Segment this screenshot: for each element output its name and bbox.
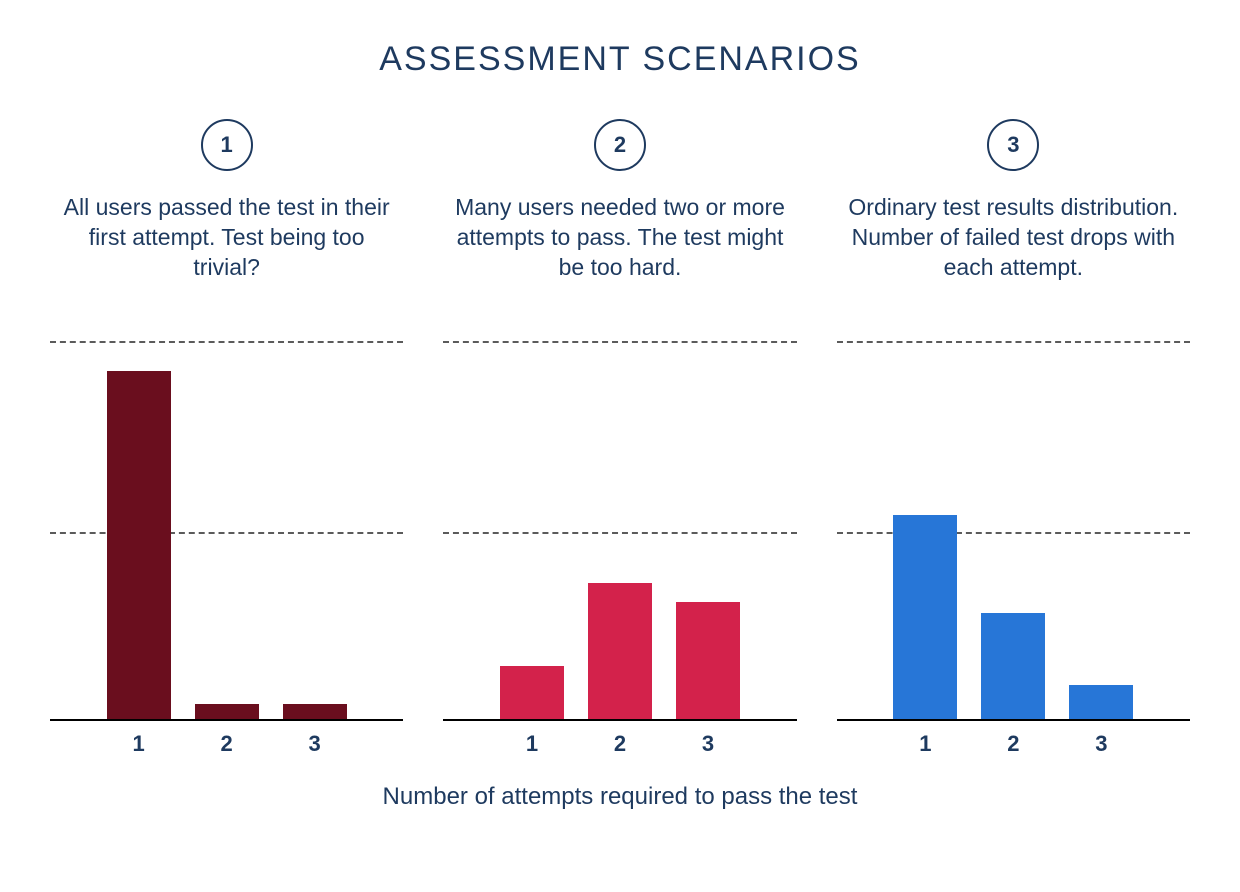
page-title: ASSESSMENT SCENARIOS — [30, 40, 1210, 79]
scenario-description-1: All users passed the test in their first… — [50, 193, 403, 313]
bar — [588, 583, 652, 719]
scenario-panel-1: 1 All users passed the test in their fir… — [50, 119, 403, 757]
plot-area — [443, 341, 796, 721]
scenario-badge-1: 1 — [201, 119, 253, 171]
bar — [195, 704, 259, 719]
panels-row: 1 All users passed the test in their fir… — [30, 119, 1210, 757]
x-axis-line — [50, 719, 403, 721]
plot-area — [837, 341, 1190, 721]
bar — [981, 613, 1045, 719]
x-tick-label: 1 — [107, 731, 171, 757]
scenario-panel-3: 3 Ordinary test results distribution. Nu… — [837, 119, 1190, 757]
bar-chart-2: 1 2 3 — [443, 341, 796, 757]
bars-group — [50, 341, 403, 719]
x-tick-label: 1 — [500, 731, 564, 757]
bars-group — [443, 341, 796, 719]
plot-area — [50, 341, 403, 721]
x-tick-label: 2 — [588, 731, 652, 757]
x-tick-label: 2 — [195, 731, 259, 757]
x-axis-line — [837, 719, 1190, 721]
bar-chart-1: 1 2 3 — [50, 341, 403, 757]
scenario-description-3: Ordinary test results distribution. Numb… — [837, 193, 1190, 313]
bar — [1069, 685, 1133, 719]
x-axis-line — [443, 719, 796, 721]
bars-group — [837, 341, 1190, 719]
x-tick-labels: 1 2 3 — [837, 731, 1190, 757]
bar — [500, 666, 564, 719]
x-tick-labels: 1 2 3 — [50, 731, 403, 757]
x-tick-label: 1 — [893, 731, 957, 757]
scenario-panel-2: 2 Many users needed two or more attempts… — [443, 119, 796, 757]
x-tick-label: 3 — [1069, 731, 1133, 757]
x-tick-label: 3 — [676, 731, 740, 757]
bar-chart-3: 1 2 3 — [837, 341, 1190, 757]
bar — [676, 602, 740, 719]
scenario-badge-2: 2 — [594, 119, 646, 171]
bar — [107, 371, 171, 719]
scenario-badge-3: 3 — [987, 119, 1039, 171]
x-tick-label: 2 — [981, 731, 1045, 757]
x-tick-label: 3 — [283, 731, 347, 757]
scenario-description-2: Many users needed two or more attempts t… — [443, 193, 796, 313]
bar — [283, 704, 347, 719]
bar — [893, 515, 957, 719]
x-axis-label: Number of attempts required to pass the … — [30, 783, 1210, 811]
x-tick-labels: 1 2 3 — [443, 731, 796, 757]
